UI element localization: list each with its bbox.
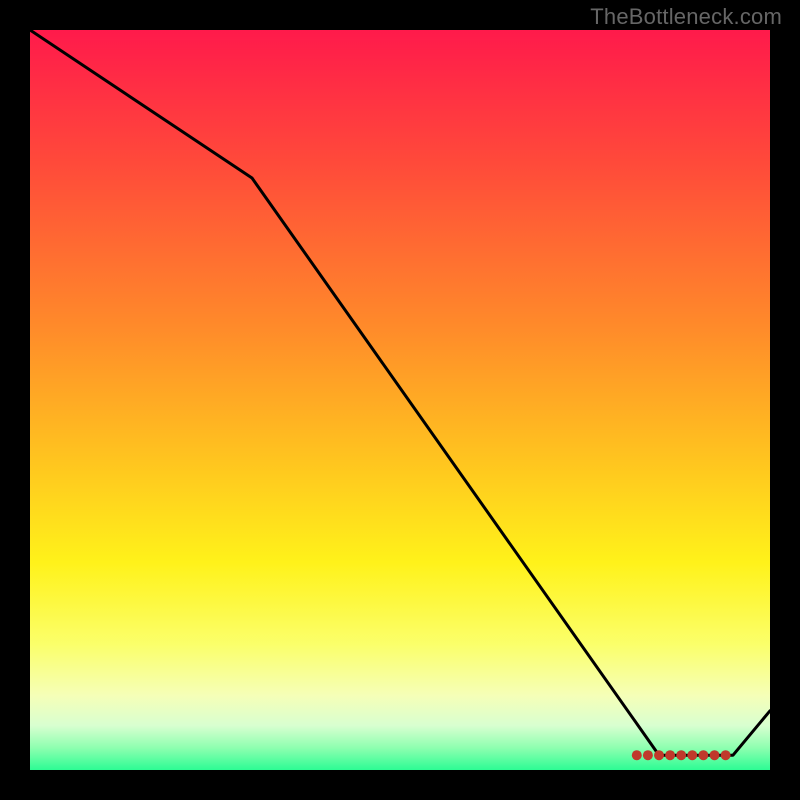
chart-marker [721, 750, 731, 760]
chart-background [30, 30, 770, 770]
chart-marker [654, 750, 664, 760]
chart-svg [30, 30, 770, 770]
chart-marker [665, 750, 675, 760]
chart-marker [710, 750, 720, 760]
chart-marker [676, 750, 686, 760]
watermark-label: TheBottleneck.com [590, 4, 782, 30]
chart-frame [0, 0, 800, 800]
chart-markers [632, 750, 731, 760]
chart-marker [687, 750, 697, 760]
chart-marker [632, 750, 642, 760]
chart-marker [698, 750, 708, 760]
chart-marker [643, 750, 653, 760]
chart-plot-area [30, 30, 770, 770]
